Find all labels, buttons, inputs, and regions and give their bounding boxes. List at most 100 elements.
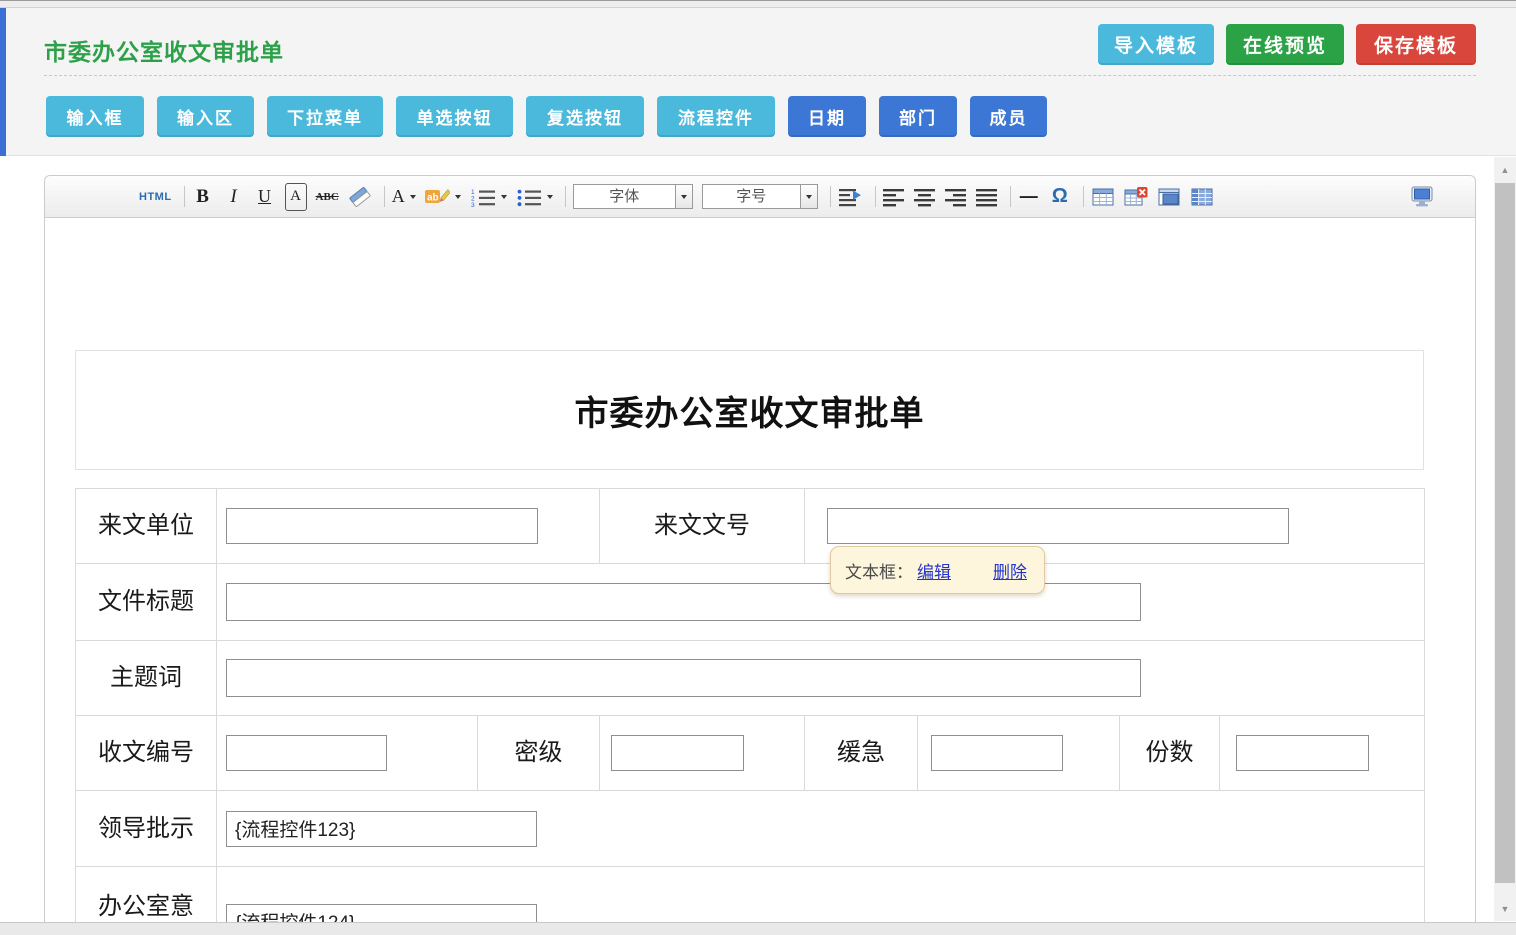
table-row: 领导批示 [76,791,1425,867]
doc-number-input[interactable] [827,508,1289,544]
table-row: 收文编号 密级 缓急 份数 [76,716,1425,791]
urgency-input[interactable] [931,735,1063,771]
unordered-list-button[interactable] [516,183,553,211]
office-opinion-cell [217,867,1425,923]
delete-table-button[interactable] [1124,183,1148,211]
font-family-select[interactable]: 字体 [573,184,693,209]
horizontal-rule-button[interactable]: — [1018,183,1040,211]
leader-remarks-input[interactable] [226,811,537,847]
strikethrough-button[interactable]: ABC [316,183,339,211]
toolbar-separator [830,186,831,207]
table-properties-button[interactable] [1190,183,1214,211]
align-center-button[interactable] [914,183,936,211]
editor-document-area[interactable]: 市委办公室收文审批单 来文单位 来文文号 [45,218,1475,922]
receipt-number-input[interactable] [226,735,387,771]
special-character-button[interactable]: Ω [1049,183,1071,211]
font-size-value: 字号 [703,185,800,208]
unordered-list-icon [516,187,542,207]
page-title: 市委办公室收文审批单 [44,33,284,67]
vertical-scrollbar[interactable]: ▲ ▼ [1494,157,1516,921]
align-center-icon [914,187,936,207]
office-opinion-label: 办公室意见 [76,867,217,923]
leader-remarks-cell [217,791,1425,867]
tooltip-label: 文本框： [845,558,913,583]
align-right-button[interactable] [945,183,967,211]
security-level-label: 密级 [478,716,600,791]
editor-toolbar: HTML B I U A ABC A [45,176,1475,218]
delete-table-icon [1124,186,1148,208]
add-department-button[interactable]: 部门 [879,96,957,137]
add-date-button[interactable]: 日期 [788,96,866,137]
highlight-color-button[interactable]: ab [425,183,461,211]
add-checkbox-button[interactable]: 复选按钮 [526,96,644,137]
edit-field-link[interactable]: 编辑 [917,558,951,583]
document-title-block: 市委办公室收文审批单 [75,350,1424,470]
underline-button[interactable]: U [254,183,276,211]
combo-dropdown-button[interactable] [800,185,817,208]
toolbar-separator [875,186,876,207]
align-justify-button[interactable] [976,183,998,211]
copies-input[interactable] [1236,735,1369,771]
receipt-number-cell [217,716,478,791]
fullscreen-button[interactable] [1409,183,1435,211]
toolbar-separator [184,186,185,207]
dashed-separator [44,75,1476,76]
bold-button[interactable]: B [192,183,214,211]
document-title: 市委办公室收文审批单 [575,386,925,435]
ordered-list-icon: 1 2 3 [470,187,496,207]
delete-field-link[interactable]: 删除 [993,558,1027,583]
online-preview-button[interactable]: 在线预览 [1226,24,1344,65]
align-justify-icon [976,187,998,207]
insert-table-button[interactable] [1091,183,1115,211]
doc-number-label: 来文文号 [600,489,805,564]
eraser-icon[interactable] [348,183,372,211]
toolbar-separator [384,186,385,207]
table-row: 文件标题 [76,564,1425,641]
insert-table-icon [1091,186,1115,208]
header-panel: 市委办公室收文审批单 导入模板 在线预览 保存模板 输入框 输入区 下拉菜单 单… [0,8,1516,156]
office-opinion-input[interactable] [226,904,537,923]
scrollbar-thumb[interactable] [1495,183,1515,883]
doc-title-cell [217,564,1425,641]
indent-button[interactable] [838,183,863,211]
indent-icon [838,186,863,208]
save-template-button[interactable]: 保存模板 [1356,24,1476,65]
scroll-up-button[interactable]: ▲ [1494,159,1516,180]
chevron-down-icon [410,195,416,199]
add-dropdown-button[interactable]: 下拉菜单 [267,96,383,137]
html-source-button[interactable]: HTML [139,183,172,211]
chevron-down-icon [806,195,812,199]
table-row: 来文单位 来文文号 [76,489,1425,564]
bottom-bar [0,922,1516,935]
ordered-list-button[interactable]: 1 2 3 [470,183,507,211]
add-flow-control-button[interactable]: 流程控件 [657,96,775,137]
align-left-button[interactable] [883,183,905,211]
source-unit-label: 来文单位 [76,489,217,564]
import-template-button[interactable]: 导入模板 [1098,24,1214,65]
urgency-label: 缓急 [805,716,918,791]
scroll-down-button[interactable]: ▼ [1494,898,1516,919]
add-member-button[interactable]: 成员 [970,96,1047,137]
source-unit-input[interactable] [226,508,538,544]
approval-form-table: 来文单位 来文文号 文件标题 主题词 [75,488,1425,922]
font-size-select[interactable]: 字号 [702,184,818,209]
combo-dropdown-button[interactable] [675,185,692,208]
security-level-input[interactable] [611,735,744,771]
subject-words-cell [217,641,1425,716]
field-edit-tooltip: 文本框： 编辑 删除 [830,546,1045,594]
toolbar-separator [1010,186,1011,207]
add-radio-button[interactable]: 单选按钮 [396,96,513,137]
font-format-button[interactable]: A [285,183,307,211]
align-right-icon [945,187,967,207]
svg-text:3: 3 [471,202,475,207]
add-input-area-button[interactable]: 输入区 [157,96,254,137]
font-color-button[interactable]: A [392,183,416,211]
doc-title-label: 文件标题 [76,564,217,641]
merge-cells-button[interactable] [1157,183,1181,211]
add-input-box-button[interactable]: 输入框 [46,96,144,137]
italic-button[interactable]: I [223,183,245,211]
subject-words-input[interactable] [226,659,1141,697]
table-properties-icon [1190,186,1214,208]
left-accent-strip [0,8,6,156]
merge-cells-icon [1157,186,1181,208]
